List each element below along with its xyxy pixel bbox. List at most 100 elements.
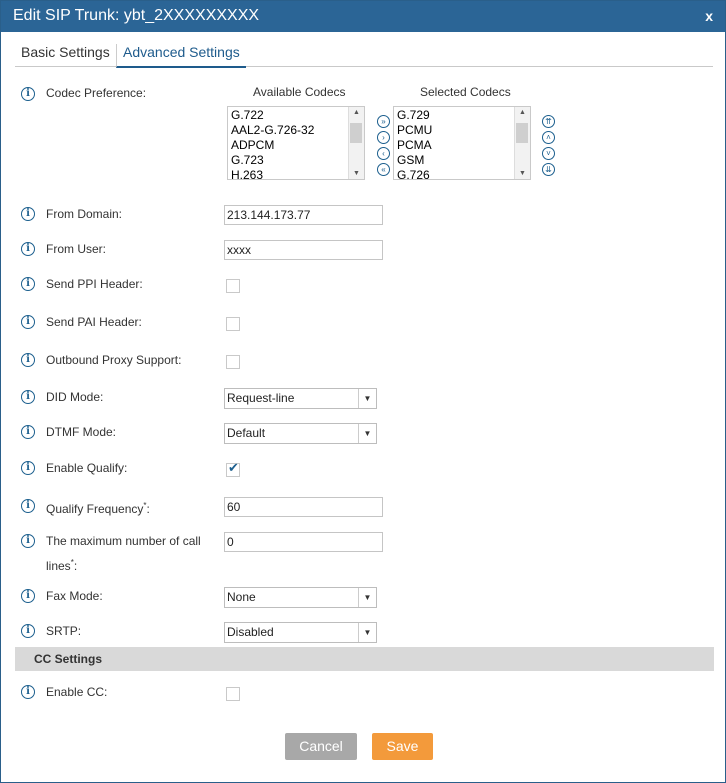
did-mode-row: i DID Mode: Request-line ▼	[21, 388, 711, 410]
dtmf-mode-select[interactable]: Default ▼	[224, 423, 377, 444]
max-call-lines-label: The maximum number of call lines*:	[46, 530, 201, 577]
codec-option[interactable]: G.729	[397, 108, 432, 123]
selected-codecs-items: G.729 PCMU PCMA GSM G.726	[397, 108, 432, 179]
colon: :	[146, 502, 150, 516]
send-pai-checkbox[interactable]	[226, 317, 240, 331]
dtmf-mode-value: Default	[227, 426, 266, 440]
dtmf-mode-label: DTMF Mode:	[46, 425, 117, 439]
enable-qualify-label: Enable Qualify:	[46, 461, 128, 475]
info-icon[interactable]: i	[21, 624, 35, 638]
move-all-left-icon[interactable]: «	[377, 163, 390, 176]
selected-codecs-header: Selected Codecs	[420, 85, 511, 99]
available-codecs-scrollbar[interactable]: ▲ ▼	[348, 107, 364, 179]
info-icon[interactable]: i	[21, 353, 35, 367]
did-mode-select[interactable]: Request-line ▼	[224, 388, 377, 409]
send-pai-row: i Send PAI Header:	[21, 313, 711, 335]
fax-mode-select[interactable]: None ▼	[224, 587, 377, 608]
from-domain-input[interactable]	[224, 205, 383, 225]
scroll-down-icon[interactable]: ▼	[353, 170, 360, 177]
send-ppi-row: i Send PPI Header:	[21, 275, 711, 297]
scroll-thumb[interactable]	[350, 123, 362, 143]
codec-option[interactable]: PCMA	[397, 138, 432, 153]
dialog-titlebar: Edit SIP Trunk: ybt_2XXXXXXXXX x	[1, 1, 725, 32]
dtmf-mode-row: i DTMF Mode: Default ▼	[21, 423, 711, 445]
did-mode-label: DID Mode:	[46, 390, 104, 404]
move-right-icon[interactable]: ›	[377, 131, 390, 144]
codec-option[interactable]: G.726	[397, 168, 432, 179]
move-bottom-icon[interactable]: ⇊	[542, 163, 555, 176]
fax-mode-row: i Fax Mode: None ▼	[21, 587, 711, 609]
max-call-lines-input[interactable]	[224, 532, 383, 552]
codec-option[interactable]: AAL2-G.726-32	[231, 123, 314, 138]
info-icon[interactable]: i	[21, 589, 35, 603]
enable-qualify-checkbox[interactable]: ✔	[226, 460, 240, 477]
info-icon[interactable]: i	[21, 87, 35, 101]
info-icon[interactable]: i	[21, 242, 35, 256]
save-button[interactable]: Save	[372, 733, 433, 760]
info-icon[interactable]: i	[21, 534, 35, 548]
max-call-lines-line1: The maximum number of call	[46, 534, 201, 548]
srtp-select[interactable]: Disabled ▼	[224, 622, 377, 643]
codec-option[interactable]: GSM	[397, 153, 432, 168]
cc-settings-title: CC Settings	[34, 652, 103, 666]
chevron-down-icon: ▼	[358, 389, 376, 408]
checkmark-icon: ✔	[228, 460, 239, 475]
info-icon[interactable]: i	[21, 685, 35, 699]
info-icon[interactable]: i	[21, 425, 35, 439]
dialog-title: Edit SIP Trunk: ybt_2XXXXXXXXX	[13, 7, 260, 24]
scroll-up-icon[interactable]: ▲	[353, 109, 360, 116]
codec-preference-label: Codec Preference:	[46, 86, 147, 100]
info-icon[interactable]: i	[21, 315, 35, 329]
chevron-down-icon: ▼	[358, 424, 376, 443]
colon: :	[73, 559, 78, 573]
move-left-icon[interactable]: ‹	[377, 147, 390, 160]
srtp-label: SRTP:	[46, 624, 82, 638]
available-codecs-header: Available Codecs	[253, 85, 346, 99]
fax-mode-value: None	[227, 590, 256, 604]
move-all-right-icon[interactable]: »	[377, 115, 390, 128]
info-icon[interactable]: i	[21, 461, 35, 475]
tab-advanced-settings[interactable]: Advanced Settings	[116, 44, 246, 68]
enable-cc-row: i Enable CC:	[21, 683, 711, 705]
tab-basic-settings[interactable]: Basic Settings	[15, 44, 116, 66]
info-icon[interactable]: i	[21, 277, 35, 291]
outbound-proxy-row: i Outbound Proxy Support:	[21, 351, 711, 373]
srtp-value: Disabled	[227, 625, 274, 639]
scroll-thumb[interactable]	[516, 123, 528, 143]
outbound-proxy-checkbox[interactable]	[226, 355, 240, 369]
srtp-row: i SRTP: Disabled ▼	[21, 622, 711, 644]
scroll-down-icon[interactable]: ▼	[519, 170, 526, 177]
qualify-frequency-input[interactable]	[224, 497, 383, 517]
send-ppi-checkbox[interactable]	[226, 279, 240, 293]
move-down-icon[interactable]: ˅	[542, 147, 555, 160]
available-codecs-items: G.722 AAL2-G.726-32 ADPCM G.723 H.263	[231, 108, 314, 179]
from-user-row: i From User:	[21, 240, 711, 262]
available-codecs-list[interactable]: G.722 AAL2-G.726-32 ADPCM G.723 H.263 ▲ ▼	[227, 106, 365, 180]
cc-settings-section-header: CC Settings	[15, 647, 714, 671]
move-top-icon[interactable]: ⇈	[542, 115, 555, 128]
codec-option[interactable]: G.723	[231, 153, 314, 168]
info-icon[interactable]: i	[21, 207, 35, 221]
qualify-frequency-text: Qualify Frequency	[46, 502, 144, 516]
enable-qualify-row: i Enable Qualify: ✔	[21, 459, 711, 481]
chevron-down-icon: ▼	[358, 623, 376, 642]
codec-preference-row: i Codec Preference:	[21, 85, 711, 107]
qualify-frequency-label: Qualify Frequency*:	[46, 495, 150, 520]
from-domain-label: From Domain:	[46, 207, 123, 221]
selected-codecs-list[interactable]: G.729 PCMU PCMA GSM G.726 ▲ ▼	[393, 106, 531, 180]
move-up-icon[interactable]: ˄	[542, 131, 555, 144]
info-icon[interactable]: i	[21, 499, 35, 513]
enable-cc-checkbox[interactable]	[226, 687, 240, 701]
selected-codecs-scrollbar[interactable]: ▲ ▼	[514, 107, 530, 179]
codec-option[interactable]: H.263	[231, 168, 314, 179]
enable-cc-label: Enable CC:	[46, 685, 108, 699]
send-ppi-label: Send PPI Header:	[46, 277, 143, 291]
codec-option[interactable]: G.722	[231, 108, 314, 123]
codec-option[interactable]: PCMU	[397, 123, 432, 138]
cancel-button[interactable]: Cancel	[285, 733, 357, 760]
close-icon[interactable]: x	[705, 8, 713, 24]
scroll-up-icon[interactable]: ▲	[519, 109, 526, 116]
info-icon[interactable]: i	[21, 390, 35, 404]
from-user-input[interactable]	[224, 240, 383, 260]
codec-option[interactable]: ADPCM	[231, 138, 314, 153]
